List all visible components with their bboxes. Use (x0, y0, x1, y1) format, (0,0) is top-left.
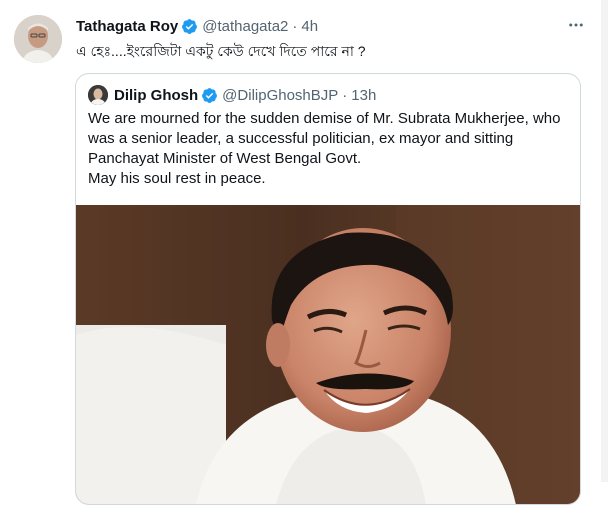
verified-badge-icon (182, 18, 198, 34)
quoted-text-line: May his soul rest in peace. (88, 170, 266, 187)
author-name[interactable]: Tathagata Roy (76, 18, 178, 35)
separator-dot: · (292, 17, 298, 35)
quoted-author-avatar-image (88, 85, 108, 105)
quoted-tweet[interactable]: Dilip Ghosh @DilipGhoshBJP · 13h We are … (75, 73, 581, 505)
verified-badge-icon (202, 87, 218, 103)
author-handle[interactable]: @tathagata2 (202, 18, 288, 35)
portrait-photo (76, 205, 580, 504)
quoted-author-avatar[interactable] (88, 85, 108, 105)
quoted-tweet-photo[interactable] (76, 205, 580, 504)
quoted-author-handle[interactable]: @DilipGhoshBJP (222, 87, 338, 104)
quoted-text-line: Panchayat Minister of West Bengal Govt. (88, 150, 362, 167)
scrollbar[interactable] (601, 0, 608, 482)
quoted-tweet-text: We are mourned for the sudden demise of … (88, 109, 572, 189)
tweet[interactable]: Tathagata Roy @tathagata2 · 4h এ হেঃ....… (0, 0, 608, 505)
author-avatar-image (14, 15, 62, 63)
separator-dot: · (342, 86, 348, 104)
ellipsis-icon[interactable] (564, 14, 588, 36)
tweet-header: Tathagata Roy @tathagata2 · 4h (76, 16, 318, 36)
author-avatar[interactable] (14, 15, 62, 63)
tweet-timestamp[interactable]: 4h (301, 18, 318, 35)
tweet-text: এ হেঃ....ইংরেজিটা একটু কেউ দেখে দিতে পার… (76, 43, 366, 59)
quoted-author-name[interactable]: Dilip Ghosh (114, 87, 198, 104)
quoted-text-line: We are mourned for the sudden demise of … (88, 110, 561, 127)
more-options-icon (569, 23, 583, 27)
quoted-tweet-timestamp[interactable]: 13h (351, 87, 376, 104)
quoted-tweet-header: Dilip Ghosh @DilipGhoshBJP · 13h (88, 85, 376, 105)
quoted-text-line: was a senior leader, a successful politi… (88, 130, 514, 147)
